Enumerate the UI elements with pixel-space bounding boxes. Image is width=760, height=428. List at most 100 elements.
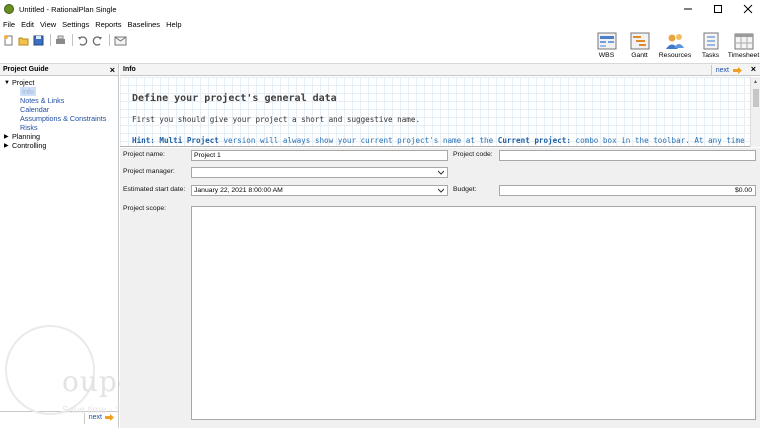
redo-button[interactable] [91,34,103,46]
tree-node-label: Controlling [12,141,47,150]
hint-label: Hint: Multi Project [132,136,219,145]
budget-field[interactable]: $0.00 [499,185,756,196]
tree-node-project[interactable]: ▼ Project [0,78,118,87]
help-heading: Define your project's general data [132,93,337,104]
info-header: Info next × [120,64,760,76]
budget-value: $0.00 [734,187,752,194]
gantt-icon [630,32,649,50]
start-date-label: Estimated start date: [123,186,186,193]
timesheet-icon [734,33,753,50]
tasks-label: Tasks [701,52,720,59]
title-bar: Untitled - RationalPlan Single [0,0,760,18]
hint-text: version will always show your current pr… [218,136,498,145]
new-button[interactable] [2,34,14,46]
tasks-icon [703,32,718,50]
project-name-value: Project 1 [194,152,221,159]
undo-button[interactable] [76,34,88,46]
toolbar: WBS Gantt Resources Tasks Timesheet [0,30,760,64]
close-panel-icon[interactable]: × [751,64,756,74]
tree-item-label: Assumptions & Constraints [20,114,107,123]
start-date-dropdown[interactable]: January 22, 2021 8:00:00 AM [191,185,448,196]
tree-node-planning[interactable]: ▶ Planning [0,132,118,141]
help-text: First you should give your project a sho… [132,115,421,124]
open-button[interactable] [17,34,29,46]
toolbar-separator [109,34,110,46]
tree-node-label: Planning [12,132,40,141]
start-date-value: January 22, 2021 8:00:00 AM [194,187,283,194]
timesheet-button[interactable]: Timesheet [727,32,760,64]
save-icon [33,35,43,45]
project-code-field[interactable] [499,150,756,161]
minimize-button[interactable] [672,0,704,18]
maximize-icon [714,5,722,13]
help-scrollbar[interactable]: ▲ [750,77,760,147]
tree-node-controlling[interactable]: ▶ Controlling [0,141,118,150]
scroll-up-icon[interactable]: ▲ [753,79,758,85]
chevron-down-icon [438,170,444,175]
tree-item-label: Calendar [20,105,50,114]
project-manager-label: Project manager: [123,168,175,175]
menu-file[interactable]: File [3,20,15,29]
app-logo-icon [4,4,14,14]
project-guide-panel: Project Guide × ▼ Project Info Notes & L… [0,64,119,428]
tree-item-info[interactable]: Info [0,87,118,96]
tree-item-risks[interactable]: Risks [0,123,118,132]
menu-settings[interactable]: Settings [62,20,89,29]
collapsed-arrow-icon: ▶ [4,134,9,140]
resources-button[interactable]: Resources [656,32,694,64]
tree-item-notes-links[interactable]: Notes & Links [0,96,118,105]
tree-item-assumptions[interactable]: Assumptions & Constraints [0,114,118,123]
gantt-label: Gantt [631,52,648,59]
tree-item-label: Info [20,87,36,96]
guide-next-button[interactable]: next [89,414,114,421]
hint-tail: combo box in the toolbar. At any time yo… [575,136,760,145]
project-scope-textarea[interactable] [191,206,756,420]
menu-view[interactable]: View [40,20,56,29]
toolbar-separator [72,34,73,46]
menu-help[interactable]: Help [166,20,181,29]
wbs-button[interactable]: WBS [590,32,623,64]
close-icon [743,4,753,14]
guide-tree: ▼ Project Info Notes & Links Calendar As… [0,76,118,150]
arrow-right-icon [105,414,114,421]
project-manager-dropdown[interactable] [191,167,448,178]
folder-icon [18,37,28,45]
info-next-button[interactable]: next [710,65,742,75]
wbs-icon [597,32,616,50]
tree-item-calendar[interactable]: Calendar [0,105,118,114]
menu-bar: File Edit View Settings Reports Baseline… [0,18,760,30]
tasks-button[interactable]: Tasks [694,32,727,64]
project-name-label: Project name: [123,151,165,158]
window-title: Untitled - RationalPlan Single [19,4,117,14]
next-label: next [88,414,102,421]
next-label: next [715,66,729,74]
timesheet-label: Timesheet [727,52,760,59]
resources-label: Resources [658,52,692,59]
maximize-button[interactable] [702,0,734,18]
print-button[interactable] [54,34,66,46]
menu-edit[interactable]: Edit [21,20,34,29]
collapsed-arrow-icon: ▶ [4,143,9,149]
project-form: Project name: Project 1 Project code: Pr… [120,148,760,428]
close-panel-icon[interactable]: × [110,65,115,75]
menu-baselines[interactable]: Baselines [128,20,161,29]
gantt-button[interactable]: Gantt [623,32,656,64]
help-hint: Hint: Multi Project version will always … [132,136,760,145]
guide-footer: next [0,411,118,425]
project-name-field[interactable]: Project 1 [191,150,448,161]
wbs-label: WBS [598,52,615,59]
save-button[interactable] [32,34,44,46]
help-area: Define your project's general data First… [120,77,760,147]
menu-reports[interactable]: Reports [95,20,121,29]
scrollbar-thumb[interactable] [753,89,759,107]
hint-bold: Current project: [497,136,571,145]
project-guide-header: Project Guide × [0,64,118,76]
tree-node-label: Project [12,78,35,87]
redo-icon [92,35,102,46]
close-window-button[interactable] [732,0,760,18]
email-icon [114,36,126,45]
tree-item-label: Notes & Links [20,96,65,105]
new-file-icon [3,34,12,45]
project-scope-label: Project scope: [123,205,167,212]
email-button[interactable] [113,34,127,46]
